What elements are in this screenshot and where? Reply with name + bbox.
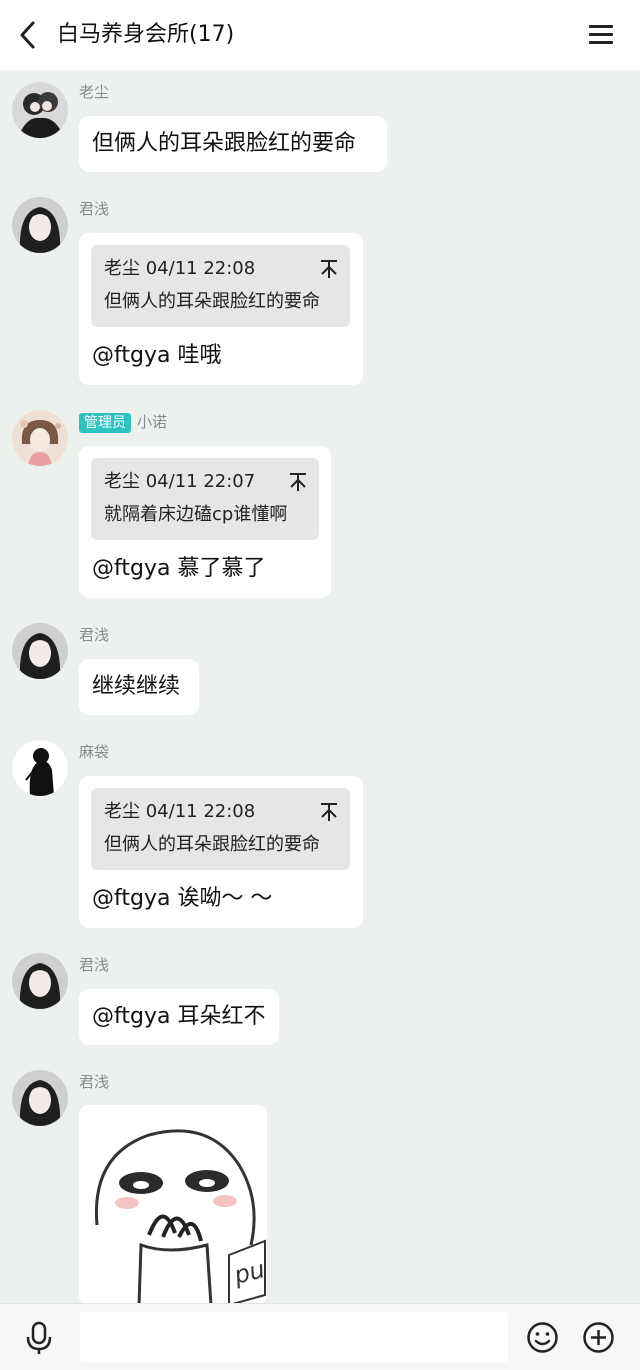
- admin-badge: 管理员: [79, 413, 131, 433]
- chat-header: 白马养身会所(17): [0, 0, 640, 70]
- message-text: @ftgya 诶呦～ ～: [92, 886, 273, 911]
- message-item: 君浅 pu: [0, 1070, 640, 1303]
- quote-meta: 老尘 04/11 22:07: [104, 471, 256, 492]
- quote-meta: 老尘 04/11 22:08: [104, 258, 256, 279]
- message-text: 但俩人的耳朵跟脸红的要命: [92, 131, 357, 156]
- message-item: 老尘 但俩人的耳朵跟脸红的要命: [0, 70, 640, 180]
- emoji-icon[interactable]: [526, 1321, 559, 1354]
- sender-name: 麻袋: [79, 743, 110, 761]
- avatar[interactable]: [12, 1070, 68, 1126]
- message-bubble[interactable]: 老尘 04/11 22:08 但俩人的耳朵跟脸红的要命 @ftgya 哇哦: [79, 233, 363, 385]
- back-arrow-icon[interactable]: [14, 18, 44, 52]
- jump-to-top-icon[interactable]: [320, 802, 338, 822]
- quoted-message[interactable]: 老尘 04/11 22:08 但俩人的耳朵跟脸红的要命: [91, 788, 350, 870]
- avatar[interactable]: [12, 740, 68, 796]
- avatar[interactable]: [12, 82, 68, 138]
- sender-name: 君浅: [79, 1073, 110, 1091]
- quote-meta: 老尘 04/11 22:08: [104, 801, 256, 822]
- quote-text: 就隔着床边磕cp谁懂啊: [104, 504, 288, 525]
- sender-name: 管理员 小诺: [79, 412, 167, 433]
- message-list[interactable]: 老尘 但俩人的耳朵跟脸红的要命 君浅 老尘 04/11 22:08 但俩人的耳朵…: [0, 70, 640, 1303]
- sticker-image: pu: [79, 1105, 267, 1303]
- quote-text: 但俩人的耳朵跟脸红的要命: [104, 291, 320, 312]
- message-text: @ftgya 哇哦: [92, 343, 222, 368]
- input-bar: [0, 1303, 640, 1370]
- message-bubble[interactable]: 老尘 04/11 22:07 就隔着床边磕cp谁懂啊 @ftgya 慕了慕了: [79, 446, 331, 598]
- quoted-message[interactable]: 老尘 04/11 22:07 就隔着床边磕cp谁懂啊: [91, 458, 319, 540]
- message-bubble[interactable]: @ftgya 耳朵红不: [79, 989, 279, 1045]
- sender-name: 君浅: [79, 956, 110, 974]
- avatar[interactable]: [12, 197, 68, 253]
- avatar[interactable]: [12, 953, 68, 1009]
- message-input[interactable]: [80, 1312, 508, 1362]
- microphone-icon[interactable]: [24, 1320, 54, 1356]
- message-text: @ftgya 耳朵红不: [92, 1004, 266, 1029]
- group-title: 白马养身会所(17): [57, 22, 235, 47]
- message-item: 君浅 老尘 04/11 22:08 但俩人的耳朵跟脸红的要命 @ftgya 哇哦: [0, 197, 640, 387]
- message-text: @ftgya 慕了慕了: [92, 556, 266, 581]
- sender-name-text: 小诺: [137, 413, 168, 431]
- avatar[interactable]: [12, 410, 68, 466]
- sender-name: 老尘: [79, 83, 110, 101]
- jump-to-top-icon[interactable]: [320, 259, 338, 279]
- quoted-message[interactable]: 老尘 04/11 22:08 但俩人的耳朵跟脸红的要命: [91, 245, 350, 327]
- sender-name: 君浅: [79, 626, 110, 644]
- message-text: 继续继续: [92, 674, 181, 699]
- sticker-message[interactable]: pu: [79, 1105, 267, 1303]
- quote-text: 但俩人的耳朵跟脸红的要命: [104, 834, 320, 855]
- message-bubble[interactable]: 继续继续: [79, 659, 199, 715]
- sender-name: 君浅: [79, 200, 110, 218]
- message-bubble[interactable]: 老尘 04/11 22:08 但俩人的耳朵跟脸红的要命 @ftgya 诶呦～ ～: [79, 776, 363, 928]
- message-item: 麻袋 老尘 04/11 22:08 但俩人的耳朵跟脸红的要命 @ftgya 诶呦…: [0, 740, 640, 930]
- message-item: 君浅 @ftgya 耳朵红不: [0, 953, 640, 1053]
- menu-icon[interactable]: [585, 20, 617, 50]
- message-bubble[interactable]: 但俩人的耳朵跟脸红的要命: [79, 116, 387, 172]
- message-item: 管理员 小诺 老尘 04/11 22:07 就隔着床边磕cp谁懂啊 @ftgya …: [0, 410, 640, 600]
- avatar[interactable]: [12, 623, 68, 679]
- add-icon[interactable]: [582, 1321, 615, 1354]
- message-item: 君浅 继续继续: [0, 623, 640, 723]
- jump-to-top-icon[interactable]: [289, 472, 307, 492]
